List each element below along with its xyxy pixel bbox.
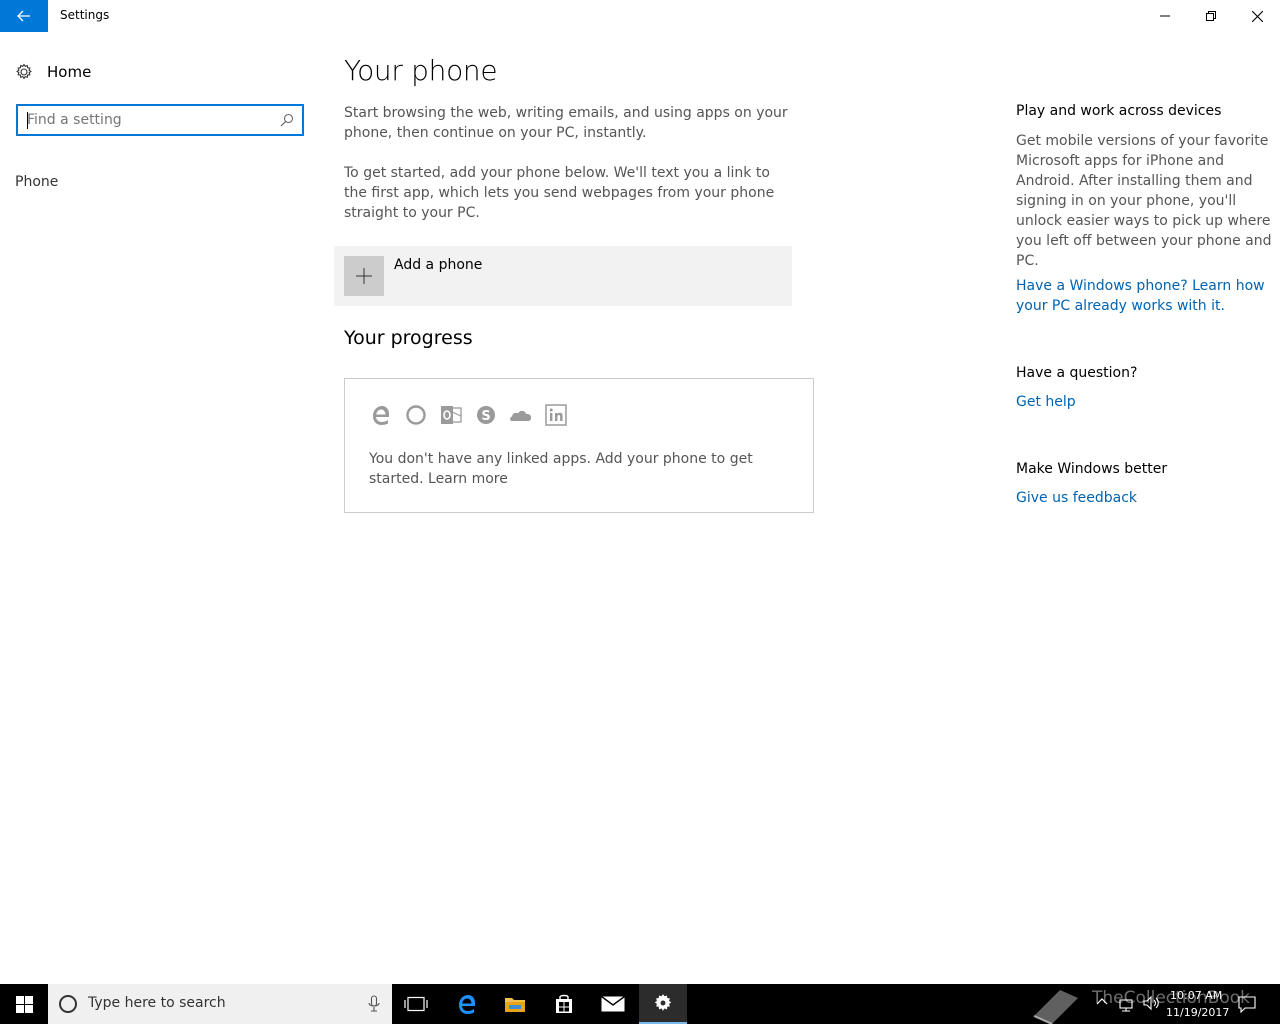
play-work-body: Get mobile versions of your favorite Mic… xyxy=(1016,133,1272,269)
progress-card: S You don't have any linked apps. Add yo… xyxy=(344,378,814,513)
taskbar-edge-button[interactable] xyxy=(443,984,491,1024)
instructions-text: To get started, add your phone below. We… xyxy=(344,165,775,221)
cortana-icon xyxy=(59,995,77,1013)
sidebar-home-label: Home xyxy=(47,63,92,81)
no-linked-apps-text: You don't have any linked apps. Add your… xyxy=(369,451,753,487)
taskbar-mail-button[interactable] xyxy=(589,984,637,1024)
search-input[interactable] xyxy=(27,110,267,130)
start-button[interactable] xyxy=(0,984,48,1024)
learn-more-link[interactable]: Learn more xyxy=(428,471,508,487)
book-watermark-icon xyxy=(1033,990,1078,1024)
progress-message: You don't have any linked apps. Add your… xyxy=(369,449,799,489)
volume-icon[interactable] xyxy=(1142,994,1160,1012)
window-title: Settings xyxy=(60,8,110,22)
play-work-heading: Play and work across devices xyxy=(1016,103,1222,119)
taskbar-settings-button[interactable] xyxy=(639,984,687,1024)
text-cursor xyxy=(27,112,28,129)
plus-icon xyxy=(356,268,372,284)
windows-logo-icon xyxy=(15,995,33,1013)
page-title: Your phone xyxy=(344,54,498,87)
outlook-icon xyxy=(439,403,463,427)
cortana-icon xyxy=(404,403,428,427)
gear-icon xyxy=(654,994,672,1011)
taskbar-store-button[interactable] xyxy=(540,984,588,1024)
progress-section-title: Your progress xyxy=(344,327,473,349)
skype-icon: S xyxy=(474,403,498,427)
sidebar-item-home[interactable]: Home xyxy=(15,60,91,84)
close-icon xyxy=(1251,10,1263,22)
restore-button[interactable] xyxy=(1188,0,1234,32)
add-phone-button[interactable]: Add a phone xyxy=(334,246,792,306)
minimize-icon xyxy=(1160,15,1170,17)
add-phone-tile xyxy=(344,256,384,296)
linkedin-icon xyxy=(544,403,568,427)
taskbar-explorer-button[interactable] xyxy=(491,984,539,1024)
find-setting-search[interactable] xyxy=(16,104,304,136)
svg-text:S: S xyxy=(481,409,490,424)
task-view-button[interactable] xyxy=(392,984,440,1024)
close-button[interactable] xyxy=(1234,0,1280,32)
taskbar-search-box[interactable]: Type here to search xyxy=(48,984,392,1024)
sidebar-item-phone[interactable]: Phone xyxy=(15,174,58,190)
action-center-icon[interactable] xyxy=(1238,995,1256,1013)
microphone-icon[interactable] xyxy=(368,995,380,1013)
feedback-link[interactable]: Give us feedback xyxy=(1016,488,1280,508)
taskbar-search-placeholder: Type here to search xyxy=(88,995,226,1011)
add-phone-label: Add a phone xyxy=(394,257,483,273)
linked-app-icons: S xyxy=(369,403,568,427)
taskbar: Type here to search TheCollectionBook 10… xyxy=(0,984,1280,1024)
restore-icon xyxy=(1206,11,1216,21)
show-hidden-icons-chevron-icon[interactable] xyxy=(1096,997,1108,1005)
mail-icon xyxy=(601,996,625,1012)
windows-phone-link[interactable]: Have a Windows phone? Learn how your PC … xyxy=(1016,276,1280,316)
back-button[interactable] xyxy=(0,0,48,32)
clock-date[interactable]: 11/19/2017 xyxy=(1166,1006,1229,1019)
edge-icon xyxy=(459,995,475,1014)
question-heading: Have a question? xyxy=(1016,365,1138,381)
windows-better-heading: Make Windows better xyxy=(1016,461,1168,477)
onedrive-icon xyxy=(509,403,533,427)
gear-icon xyxy=(16,63,32,80)
back-arrow-icon xyxy=(17,10,30,22)
get-help-link[interactable]: Get help xyxy=(1016,392,1280,412)
network-icon[interactable] xyxy=(1118,994,1134,1012)
store-icon xyxy=(556,994,572,1013)
folder-icon xyxy=(505,998,525,1012)
minimize-button[interactable] xyxy=(1142,0,1188,32)
title-bar: Settings xyxy=(0,0,1280,32)
clock-time[interactable]: 10:07 AM xyxy=(1170,989,1222,1002)
intro-text: Start browsing the web, writing emails, … xyxy=(344,105,788,141)
edge-icon xyxy=(369,403,393,427)
search-icon[interactable] xyxy=(280,113,294,127)
task-view-icon xyxy=(404,996,428,1012)
